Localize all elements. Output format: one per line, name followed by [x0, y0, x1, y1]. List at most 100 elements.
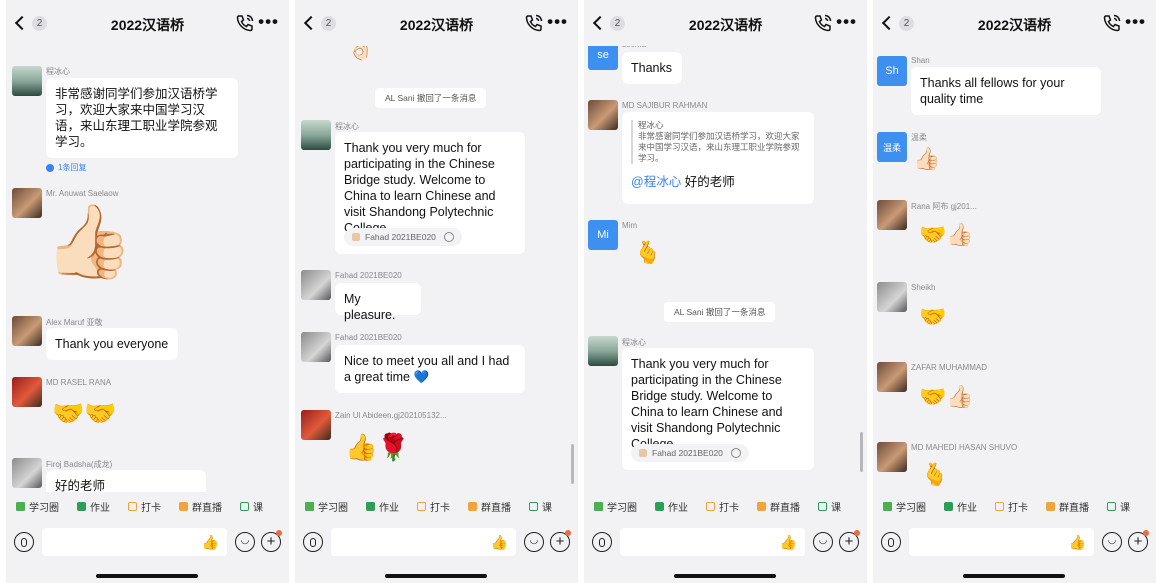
reply-tag[interactable]: Fahad 2021BE020 — [631, 444, 749, 462]
sticker-message[interactable]: 🫰 — [634, 240, 661, 266]
sticker-message[interactable]: 🤝🤝 — [52, 398, 117, 428]
toolbar-item-homework[interactable]: 作业 — [366, 499, 399, 514]
sticker-message[interactable]: 👍🏻 — [913, 146, 940, 172]
message-bubble[interactable]: 程冰心 非常感谢同学们参加汉语桥学习，欢迎大家来中国学习汉语，来山东理工职业学院… — [622, 112, 814, 204]
plus-icon[interactable]: + — [839, 530, 860, 552]
toolbar-item-course[interactable]: 课 — [240, 499, 263, 514]
thumbs-up-icon[interactable]: 👍 — [491, 534, 508, 551]
message-list[interactable]: se seema Thanks MD SAJIBUR RAHMAN 程冰心 非常… — [584, 46, 867, 492]
plus-icon[interactable]: + — [550, 530, 571, 552]
avatar[interactable] — [301, 410, 331, 440]
message-bubble[interactable]: Thank you very much for participating in… — [622, 348, 814, 470]
avatar[interactable]: Sh — [877, 56, 907, 86]
avatar[interactable] — [301, 270, 331, 300]
message-input[interactable]: 👍 — [42, 528, 227, 556]
toolbar-item-check-in[interactable]: 打卡 — [128, 499, 161, 514]
sticker-message[interactable]: 👍🌹 — [345, 432, 410, 462]
avatar[interactable] — [301, 120, 331, 150]
thumbs-up-icon[interactable]: 👍 — [780, 534, 797, 551]
microphone-icon[interactable] — [592, 532, 612, 552]
avatar[interactable] — [877, 200, 907, 230]
phone-call-icon[interactable] — [235, 13, 255, 33]
message-list[interactable]: Sh Shan Thanks all fellows for your qual… — [873, 46, 1156, 492]
sticker-message[interactable]: 👌🏻 — [347, 46, 374, 62]
back-button[interactable]: 2 — [303, 12, 337, 34]
plus-icon[interactable]: + — [261, 530, 282, 552]
message-bubble[interactable]: 非常感谢同学们参加汉语桥学习，欢迎大家来中国学习汉语，来山东理工职业学院参观学习… — [46, 78, 238, 158]
sticker-message[interactable]: 🤝👍🏻 — [919, 222, 974, 248]
reply-count-link[interactable]: 1条回复 — [46, 162, 86, 173]
avatar[interactable] — [12, 458, 42, 488]
back-button[interactable]: 2 — [592, 12, 626, 34]
avatar[interactable]: se — [588, 46, 618, 70]
thumbs-up-icon[interactable]: 👍 — [1069, 534, 1086, 551]
more-options-button[interactable]: ••• — [547, 12, 568, 32]
more-options-button[interactable]: ••• — [258, 12, 279, 32]
thumbs-up-icon[interactable]: 👍 — [202, 534, 219, 551]
message-bubble[interactable]: My pleasure. — [335, 283, 421, 322]
smiley-icon[interactable]: ◡ — [1102, 532, 1122, 552]
toolbar-item-course[interactable]: 课 — [1107, 499, 1130, 514]
toolbar-item-course[interactable]: 课 — [818, 499, 841, 514]
microphone-icon[interactable] — [881, 532, 901, 552]
microphone-icon[interactable] — [303, 532, 323, 552]
message-input[interactable]: 👍 — [909, 528, 1094, 556]
toolbar-item-check-in[interactable]: 打卡 — [706, 499, 739, 514]
avatar[interactable]: 温柔 — [877, 132, 907, 162]
message-bubble[interactable]: Thank you very much for participating in… — [335, 132, 525, 254]
mention-link[interactable]: @程冰心 — [631, 175, 681, 189]
back-button[interactable]: 2 — [14, 12, 48, 34]
toolbar-item-course[interactable]: 课 — [529, 499, 552, 514]
toolbar-item-study-circle[interactable]: 学习圈 — [594, 499, 637, 514]
toolbar-item-homework[interactable]: 作业 — [77, 499, 110, 514]
message-bubble[interactable]: Thanks all fellows for your quality time — [911, 67, 1101, 115]
avatar[interactable] — [12, 188, 42, 218]
avatar[interactable] — [877, 282, 907, 312]
avatar[interactable] — [877, 362, 907, 392]
message-list[interactable]: 程冰心 非常感谢同学们参加汉语桥学习，欢迎大家来中国学习汉语，来山东理工职业学院… — [6, 46, 289, 492]
toolbar-item-check-in[interactable]: 打卡 — [417, 499, 450, 514]
avatar[interactable] — [301, 332, 331, 362]
sticker-message[interactable]: 👍🏻 — [44, 202, 134, 282]
message-bubble[interactable]: Thanks — [622, 52, 682, 84]
message-list[interactable]: 👌🏻 AL Sani 撤回了一条消息 程冰心 Thank you very mu… — [295, 46, 578, 492]
plus-icon[interactable]: + — [1128, 530, 1149, 552]
toolbar-item-study-circle[interactable]: 学习圈 — [883, 499, 926, 514]
smiley-icon[interactable]: ◡ — [235, 532, 255, 552]
avatar[interactable] — [588, 100, 618, 130]
phone-call-icon[interactable] — [524, 13, 544, 33]
more-options-button[interactable]: ••• — [836, 12, 857, 32]
avatar[interactable] — [12, 377, 42, 407]
toolbar-item-homework[interactable]: 作业 — [944, 499, 977, 514]
avatar[interactable]: Mi — [588, 220, 618, 250]
sticker-message[interactable]: 🫰 — [921, 462, 948, 488]
smiley-icon[interactable]: ◡ — [524, 532, 544, 552]
toolbar-item-live[interactable]: 群直播 — [1046, 499, 1089, 514]
message-bubble[interactable]: Thank you everyone — [46, 328, 178, 360]
back-button[interactable]: 2 — [881, 12, 915, 34]
toolbar-item-study-circle[interactable]: 学习圈 — [16, 499, 59, 514]
sticker-message[interactable]: 🤝👍🏻 — [919, 384, 974, 410]
toolbar-item-live[interactable]: 群直播 — [468, 499, 511, 514]
scrollbar[interactable] — [571, 444, 574, 484]
microphone-icon[interactable] — [14, 532, 34, 552]
more-options-button[interactable]: ••• — [1125, 12, 1146, 32]
toolbar-item-study-circle[interactable]: 学习圈 — [305, 499, 348, 514]
toolbar-item-live[interactable]: 群直播 — [179, 499, 222, 514]
message-input[interactable]: 👍 — [620, 528, 805, 556]
scrollbar[interactable] — [860, 432, 863, 472]
toolbar-item-live[interactable]: 群直播 — [757, 499, 800, 514]
avatar[interactable] — [12, 66, 42, 96]
quoted-message[interactable]: 程冰心 非常感谢同学们参加汉语桥学习，欢迎大家来中国学习汉语，来山东理工职业学院… — [631, 120, 805, 164]
smiley-icon[interactable]: ◡ — [813, 532, 833, 552]
phone-call-icon[interactable] — [813, 13, 833, 33]
avatar[interactable] — [12, 316, 42, 346]
reply-tag[interactable]: Fahad 2021BE020 — [344, 228, 462, 246]
message-input[interactable]: 👍 — [331, 528, 516, 556]
avatar[interactable] — [588, 336, 618, 366]
phone-call-icon[interactable] — [1102, 13, 1122, 33]
toolbar-item-homework[interactable]: 作业 — [655, 499, 688, 514]
message-bubble[interactable]: 好的老师 — [46, 470, 206, 492]
message-bubble[interactable]: Nice to meet you all and I had a great t… — [335, 345, 525, 393]
toolbar-item-check-in[interactable]: 打卡 — [995, 499, 1028, 514]
